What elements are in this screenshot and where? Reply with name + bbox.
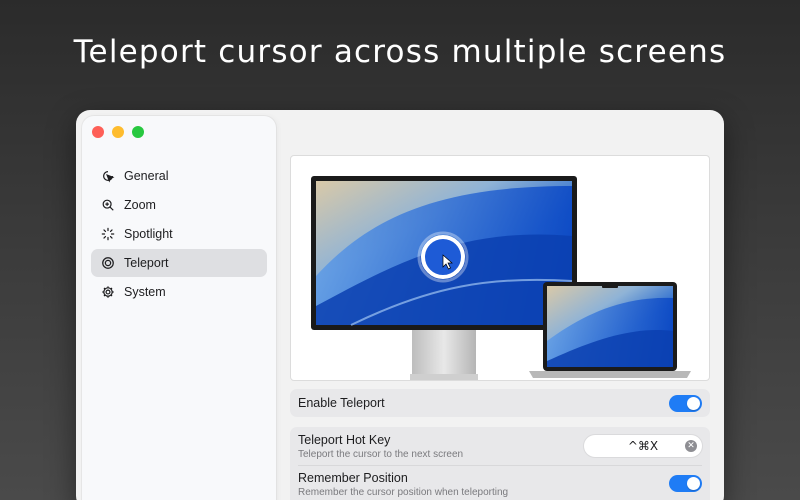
target-circle-icon (102, 257, 114, 269)
minimize-window-button[interactable] (112, 126, 124, 138)
sidebar-item-spotlight[interactable]: Spotlight (91, 220, 267, 248)
sidebar-item-label: System (124, 285, 166, 299)
settings-window: General Zoom Spotlight Teleport System E… (76, 110, 724, 500)
sidebar-item-system[interactable]: System (91, 278, 267, 306)
hotkey-value: ^⌘X (627, 439, 659, 453)
spotlight-rays-icon (101, 227, 115, 241)
clear-hotkey-icon[interactable]: ✕ (685, 440, 697, 452)
laptop-base (529, 371, 691, 378)
sidebar: General Zoom Spotlight Teleport System (82, 116, 276, 500)
sidebar-item-label: General (124, 169, 169, 183)
zoom-window-button[interactable] (132, 126, 144, 138)
sidebar-nav: General Zoom Spotlight Teleport System (91, 162, 267, 307)
remember-position-toggle[interactable] (669, 475, 702, 492)
sidebar-item-general[interactable]: General (91, 162, 267, 190)
monitors-illustration (311, 176, 691, 380)
display-stand (412, 330, 476, 376)
remember-position-description: Remember the cursor position when telepo… (298, 487, 509, 498)
close-window-button[interactable] (92, 126, 104, 138)
sidebar-item-teleport[interactable]: Teleport (91, 249, 267, 277)
hotkey-label: Teleport Hot Key (298, 433, 391, 447)
sidebar-item-label: Zoom (124, 198, 156, 212)
sidebar-item-zoom[interactable]: Zoom (91, 191, 267, 219)
hotkey-recorder-field[interactable]: ^⌘X ✕ (584, 435, 702, 457)
enable-teleport-toggle[interactable] (669, 395, 702, 412)
sidebar-item-label: Spotlight (124, 227, 173, 241)
screens-preview-illustration (290, 155, 710, 381)
enable-teleport-label: Enable Teleport (298, 396, 385, 410)
display-stand-base (410, 374, 478, 380)
teleport-settings-panel: Enable Teleport Teleport Hot Key Telepor… (290, 155, 710, 500)
headline: Teleport cursor across multiple screens (73, 34, 727, 70)
hotkey-description: Teleport the cursor to the next screen (298, 449, 464, 460)
gear-icon (102, 286, 114, 298)
cursor-icon (103, 171, 115, 183)
divider (298, 465, 702, 466)
teleport-options-group: Teleport Hot Key Teleport the cursor to … (290, 427, 710, 500)
sidebar-item-label: Teleport (124, 256, 169, 270)
remember-position-label: Remember Position (298, 471, 408, 485)
enable-teleport-row: Enable Teleport (290, 389, 710, 417)
traffic-lights (92, 126, 144, 138)
magnifier-plus-icon (102, 199, 114, 211)
